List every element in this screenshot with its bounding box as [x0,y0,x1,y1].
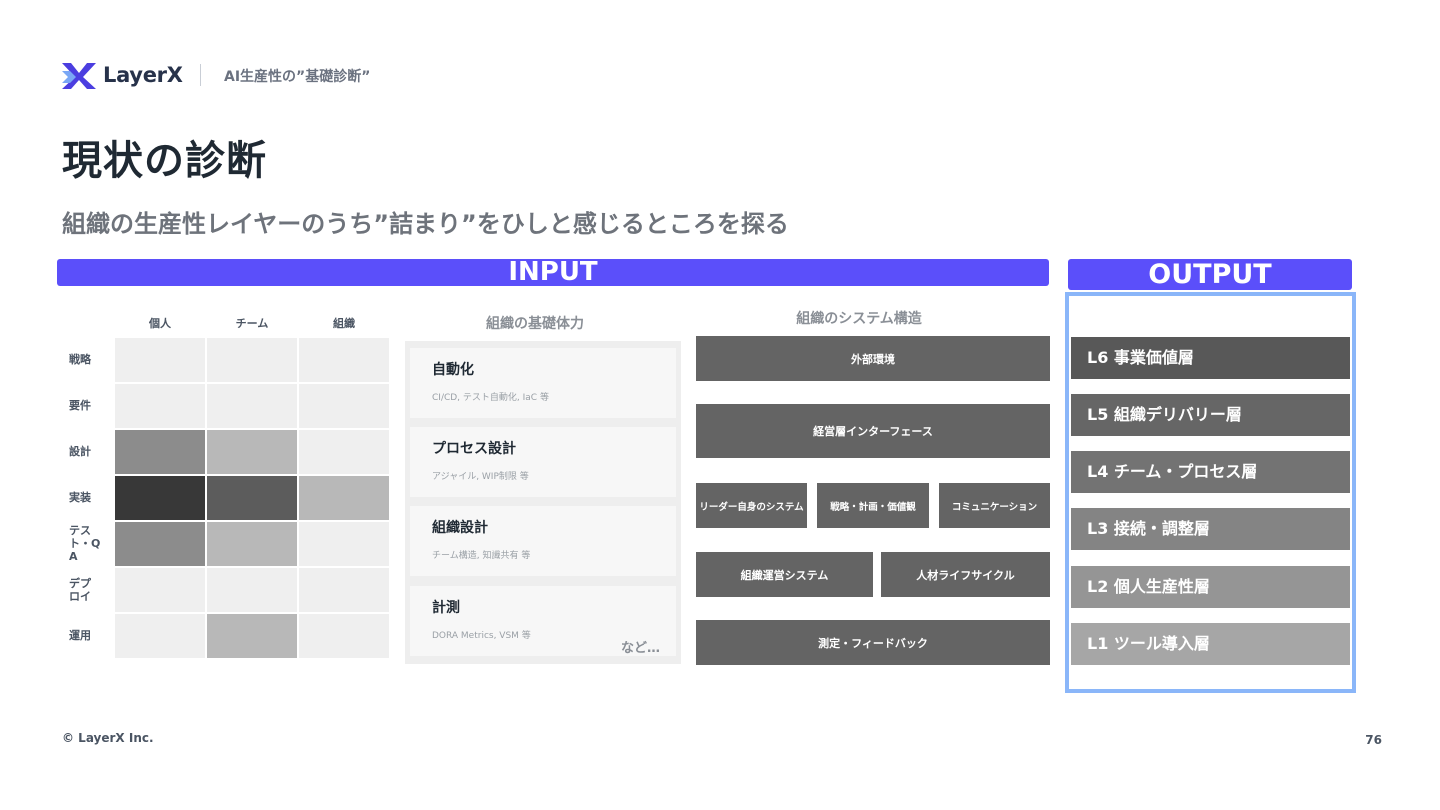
matrix-cell [207,430,297,474]
matrix-cell [299,338,389,382]
matrix-cell [299,430,389,474]
matrix-cell [207,568,297,612]
foundation-card-title: 組織設計 [432,520,488,536]
system-title: 組織のシステム構造 [796,311,922,327]
output-layer-l1: L1 ツール導入層 [1071,623,1350,665]
layerx-logo-icon [62,63,96,89]
foundation-card-process: プロセス設計 アジャイル, WIP制限 等 [410,427,676,497]
matrix-cell [115,568,205,612]
matrix-cell [299,522,389,566]
output-layer-l3: L3 接続・調整層 [1071,508,1350,550]
system-management-interface: 経営層インターフェース [696,404,1050,458]
matrix-cell [207,384,297,428]
foundation-card-desc: CI/CD, テスト自動化, IaC 等 [432,393,549,403]
foundation-title: 組織の基礎体力 [486,316,584,332]
system-external: 外部環境 [696,336,1050,381]
matrix-cell [207,338,297,382]
page-title: 現状の診断 [62,138,267,184]
matrix-cell [299,568,389,612]
foundation-more: など… [621,641,661,656]
output-layer-l6: L6 事業価値層 [1071,337,1350,379]
matrix-cell [115,430,205,474]
matrix-cell [207,522,297,566]
matrix-col-team: チーム [235,317,269,330]
matrix-row-design: 設計 [69,445,91,458]
matrix-cell [115,384,205,428]
matrix-col-individual: 個人 [149,317,171,330]
foundation-card-org-design: 組織設計 チーム構造, 知識共有 等 [410,506,676,576]
foundation-card-title: 計測 [432,600,460,616]
matrix-row-test-qa: テスト・QA [69,524,101,563]
foundation-card-automation: 自動化 CI/CD, テスト自動化, IaC 等 [410,348,676,418]
output-layer-l4: L4 チーム・プロセス層 [1071,451,1350,493]
matrix-cell [299,384,389,428]
matrix-cell [115,522,205,566]
foundation-card-title: 自動化 [432,362,474,378]
matrix-cell [115,476,205,520]
matrix-cell [115,338,205,382]
system-leader-system: リーダー自身のシステム [696,483,807,528]
matrix-row-strategy: 戦略 [69,353,91,366]
matrix-row-deploy: デプロイ [69,577,91,603]
page-number: 76 [1365,733,1382,747]
output-layer-l2: L2 個人生産性層 [1071,566,1350,608]
foundation-card-desc: アジャイル, WIP制限 等 [432,472,529,482]
input-banner: INPUT [57,259,1049,286]
header-divider [200,64,201,86]
header-subtitle: AI生産性の”基礎診断” [224,69,371,85]
matrix-cell [299,476,389,520]
foundation-card-title: プロセス設計 [432,441,516,457]
system-operation: 組織運営システム [696,552,873,597]
layerx-logo: LayerX [62,61,183,89]
system-strategy: 戦略・計画・価値観 [817,483,929,528]
page-subtitle: 組織の生産性レイヤーのうち”詰まり”をひしと感じるところを探る [62,210,789,238]
system-talent-cycle: 人材ライフサイクル [881,552,1050,597]
foundation-card-desc: チーム構造, 知識共有 等 [432,551,531,561]
matrix-cell [299,614,389,658]
copyright: © LayerX Inc. [62,731,154,745]
system-feedback: 測定・フィードバック [696,620,1050,665]
matrix-row-requirements: 要件 [69,399,91,412]
output-layer-l5: L5 組織デリバリー層 [1071,394,1350,436]
logo-text: LayerX [103,63,183,87]
matrix-cell [207,614,297,658]
matrix-cell [115,614,205,658]
system-communication: コミュニケーション [939,483,1050,528]
matrix-col-organization: 組織 [333,317,355,330]
foundation-card-desc: DORA Metrics, VSM 等 [432,631,531,641]
matrix-row-implementation: 実装 [69,491,91,504]
matrix-cell [207,476,297,520]
output-banner: OUTPUT [1068,259,1352,290]
matrix-row-operation: 運用 [69,629,91,642]
